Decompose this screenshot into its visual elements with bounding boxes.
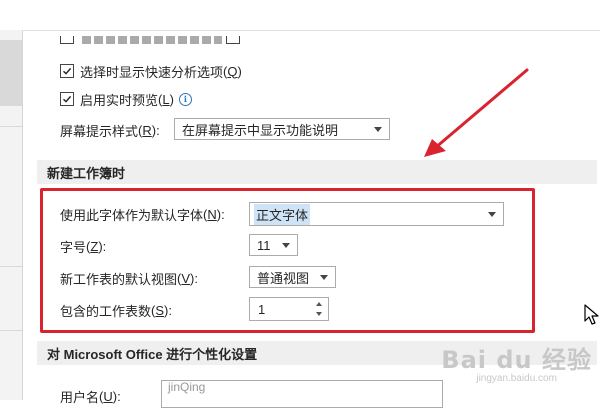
sheet-count-key: S (155, 302, 165, 318)
chevron-down-icon[interactable] (316, 312, 322, 316)
tooltip-style-dropdown[interactable]: 在屏幕提示中显示功能说明 (174, 118, 390, 140)
title-bar (0, 0, 600, 31)
sheet-count-label: 包含的工作表数 (60, 303, 152, 319)
username-key: U (103, 388, 113, 404)
options-nav-pane (0, 30, 23, 400)
font-size-value: 11 (257, 237, 271, 253)
chevron-down-icon (282, 243, 290, 248)
default-font-value: 正文字体 (254, 203, 311, 225)
default-font-label: 使用此字体作为默认字体 (60, 207, 204, 223)
tooltip-style-value: 在屏幕提示中显示功能说明 (182, 122, 339, 138)
live-preview-key: L (162, 91, 170, 107)
default-font-dropdown[interactable]: 正文字体 (249, 202, 504, 226)
info-icon[interactable]: i (178, 92, 192, 106)
default-view-key: V (181, 270, 191, 286)
font-size-dropdown[interactable]: 11 (249, 234, 298, 256)
nav-separator (0, 330, 22, 331)
chevron-up-icon[interactable] (316, 302, 322, 306)
quick-analysis-option[interactable]: 选择时显示快速分析选项(Q) (60, 62, 242, 80)
username-value: jinQing (168, 380, 206, 394)
watermark-main-text: Bai du 经验 (441, 346, 592, 374)
nav-selected-item[interactable] (0, 40, 22, 106)
quick-analysis-checkbox[interactable] (60, 64, 74, 78)
live-preview-option[interactable]: 启用实时预览(L) i (60, 90, 192, 108)
checkmark-icon (63, 67, 72, 75)
font-size-key: Z (90, 238, 99, 254)
default-font-label-row: 使用此字体作为默认字体(N): (60, 206, 225, 223)
live-preview-label: 启用实时预览 (80, 92, 159, 108)
quick-analysis-label: 选择时显示快速分析选项 (80, 64, 224, 80)
quick-analysis-key: Q (227, 63, 238, 79)
new-workbook-section-header: 新建工作簿时 (37, 160, 597, 184)
sheet-count-value: 1 (258, 301, 266, 317)
default-view-dropdown[interactable]: 普通视图 (249, 266, 336, 288)
font-size-label-row: 字号(Z): (60, 238, 107, 255)
mouse-cursor-icon (584, 304, 599, 325)
username-label: 用户名 (60, 389, 100, 405)
default-view-value: 普通视图 (257, 270, 310, 286)
username-input[interactable]: jinQing (161, 380, 443, 408)
live-preview-checkbox[interactable] (60, 92, 74, 106)
nav-separator (0, 126, 22, 127)
sheet-count-label-row: 包含的工作表数(S): (60, 302, 172, 319)
default-font-key: N (207, 206, 217, 222)
font-size-label: 字号 (60, 239, 87, 255)
nav-separator (0, 266, 22, 267)
tooltip-style-label: 屏幕提示样式 (60, 123, 139, 139)
chevron-down-icon (488, 212, 496, 217)
default-view-label-row: 新工作表的默认视图(V): (60, 270, 198, 287)
tooltip-style-label-row: 屏幕提示样式(R): (60, 122, 160, 139)
chevron-down-icon (320, 275, 328, 280)
clipped-option-row (60, 36, 240, 44)
username-label-row: 用户名(U): (60, 388, 121, 405)
personalize-section-title: 对 Microsoft Office 进行个性化设置 (47, 346, 258, 362)
baidu-watermark: Bai du 经验 jingyan.baidu.com (441, 340, 592, 384)
new-workbook-section-title: 新建工作簿时 (47, 165, 126, 181)
chevron-down-icon (374, 127, 382, 132)
default-view-label: 新工作表的默认视图 (60, 271, 178, 287)
sheet-count-stepper[interactable]: 1 (249, 297, 329, 321)
checkmark-icon (63, 95, 72, 103)
tooltip-style-key: R (142, 122, 152, 138)
